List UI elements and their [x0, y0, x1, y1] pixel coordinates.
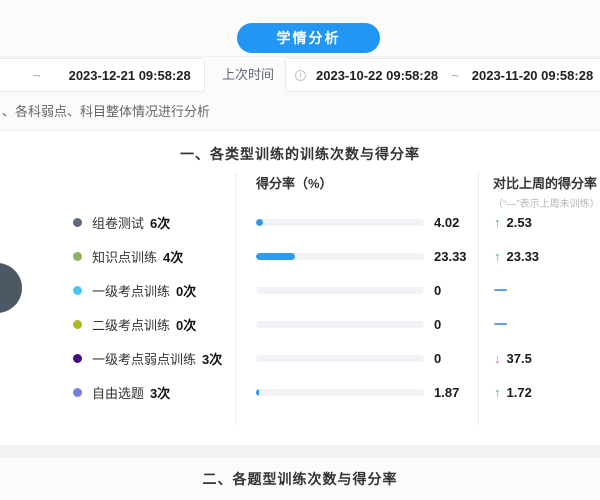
range-separator: ~	[451, 67, 459, 83]
trend-row	[479, 273, 600, 307]
legend-dot-icon	[73, 217, 82, 227]
score-bar-track	[256, 286, 424, 294]
score-bar-track	[256, 320, 424, 328]
score-bar-value: 1.87	[434, 384, 460, 400]
clock-icon	[295, 69, 306, 81]
date-filter-row: ~ 2023-12-21 09:58:28 上次时间 2023-10-22 09…	[0, 56, 600, 92]
trend-row: ↑ 1.72	[479, 375, 600, 409]
no-training-dash-icon	[494, 323, 507, 325]
trend-value: 37.5	[506, 350, 532, 366]
legend-count: 3次	[202, 351, 223, 367]
legend-label: 知识点训练	[92, 249, 158, 265]
legend-label: 组卷测试	[92, 215, 145, 231]
score-bar-value: 23.33	[434, 248, 467, 264]
trend-value: 2.53	[506, 214, 532, 230]
training-type-card: 一、各类型训练的训练次数与得分率 组卷测试 6次 知识点训练 4次 一级考点训练 0次 二级…	[0, 130, 600, 445]
score-bar-track	[256, 354, 424, 362]
legend-row: 二级考点训练 0次	[0, 307, 235, 341]
learning-analysis-button[interactable]: 学情分析	[237, 23, 380, 53]
last-time-label: 上次时间	[222, 67, 275, 82]
compare-header-text: 对比上周的得分率	[493, 176, 598, 191]
legend-dot-icon	[73, 387, 82, 397]
score-bar-value: 0	[434, 282, 442, 298]
trend-down-arrow-icon: ↓	[494, 350, 501, 366]
range-separator: ~	[33, 67, 41, 83]
compare-header: 对比上周的得分率 （“—”表示上周未训练）	[479, 173, 600, 210]
score-bar-track	[256, 252, 424, 260]
legend-dot-icon	[73, 251, 82, 261]
score-bar-row: 0	[236, 341, 478, 375]
score-bar-fill	[256, 218, 263, 226]
legend-label: 一级考点弱点训练	[92, 351, 197, 367]
training-type-chart: 组卷测试 6次 知识点训练 4次 一级考点训练 0次 二级考点训练 0次 一级考点弱点训练 3次自…	[0, 173, 600, 425]
score-bar-row: 0	[236, 307, 478, 341]
analysis-description: 、各科弱点、科目整体情况进行分析	[2, 104, 211, 119]
score-bar-value: 0	[434, 350, 442, 366]
score-bar-fill	[256, 252, 296, 260]
legend-row: 一级考点训练 0次	[0, 273, 235, 307]
current-period-date-input[interactable]: ~ 2023-12-21 09:58:28	[0, 58, 205, 92]
current-end-date: 2023-12-21 09:58:28	[68, 67, 191, 83]
trend-row: ↓ 37.5	[479, 341, 600, 375]
trend-value: 23.33	[506, 248, 540, 264]
legend-dot-icon	[73, 319, 82, 329]
last-end-date: 2023-11-20 09:58:28	[471, 67, 594, 83]
score-bar-row: 4.02	[236, 205, 478, 239]
legend-column: 组卷测试 6次 知识点训练 4次 一级考点训练 0次 二级考点训练 0次 一级考点弱点训练 3次自…	[0, 173, 235, 425]
compare-note: （“—”表示上周未训练）	[493, 199, 600, 210]
legend-count: 6次	[150, 215, 171, 231]
trend-row: ↑ 2.53	[479, 205, 600, 239]
trend-value: 1.72	[506, 384, 532, 400]
legend-row: 自由选题 3次	[0, 375, 235, 409]
legend-count: 3次	[150, 385, 171, 401]
score-bar-row: 1.87	[236, 375, 478, 409]
trend-up-arrow-icon: ↑	[494, 384, 501, 400]
compare-column: 对比上周的得分率 （“—”表示上周未训练） ↑ 2.53 ↑ 23.33 ↓ 37.5 ↑ 1…	[478, 173, 600, 425]
score-bar-value: 4.02	[434, 214, 460, 230]
legend-row: 知识点训练 4次	[0, 239, 235, 273]
section1-title: 一、各类型训练的训练次数与得分率	[180, 146, 420, 162]
legend-dot-icon	[73, 285, 82, 295]
section-divider-band	[0, 445, 600, 458]
score-bar-track	[256, 218, 424, 226]
last-period-date-input[interactable]: 2023-10-22 09:58:28 ~ 2023-11-20 09:58:2…	[285, 58, 600, 92]
legend-dot-icon	[73, 353, 82, 363]
trend-row: ↑ 23.33	[479, 239, 600, 273]
trend-up-arrow-icon: ↑	[494, 248, 501, 264]
trend-row	[479, 307, 600, 341]
legend-count: 0次	[176, 317, 197, 333]
legend-row: 一级考点弱点训练 3次	[0, 341, 235, 375]
score-bar-row: 23.33	[236, 239, 478, 273]
legend-label: 二级考点训练	[92, 317, 171, 333]
legend-header-spacer	[0, 173, 235, 205]
legend-label: 自由选题	[92, 385, 145, 401]
learning-analysis-page: 学情分析 ~ 2023-12-21 09:58:28 上次时间 2023-10-…	[0, 0, 600, 500]
section2-title: 二、各题型训练次数与得分率	[202, 471, 398, 487]
legend-label: 一级考点训练	[92, 283, 171, 299]
score-bar-row: 0	[236, 273, 478, 307]
score-bar-track	[256, 388, 424, 396]
legend-row: 组卷测试 6次	[0, 205, 235, 239]
score-bar-fill	[256, 388, 260, 396]
score-bar-value: 0	[434, 316, 442, 332]
score-rate-column: 得分率（%） 4.02 23.33 0 0 0 1.87	[235, 173, 478, 425]
last-start-date: 2023-10-22 09:58:28	[316, 67, 439, 83]
trend-up-arrow-icon: ↑	[494, 214, 501, 230]
legend-count: 0次	[176, 283, 197, 299]
legend-count: 4次	[163, 249, 184, 265]
score-rate-header: 得分率（%）	[256, 176, 333, 191]
no-training-dash-icon	[494, 289, 507, 291]
